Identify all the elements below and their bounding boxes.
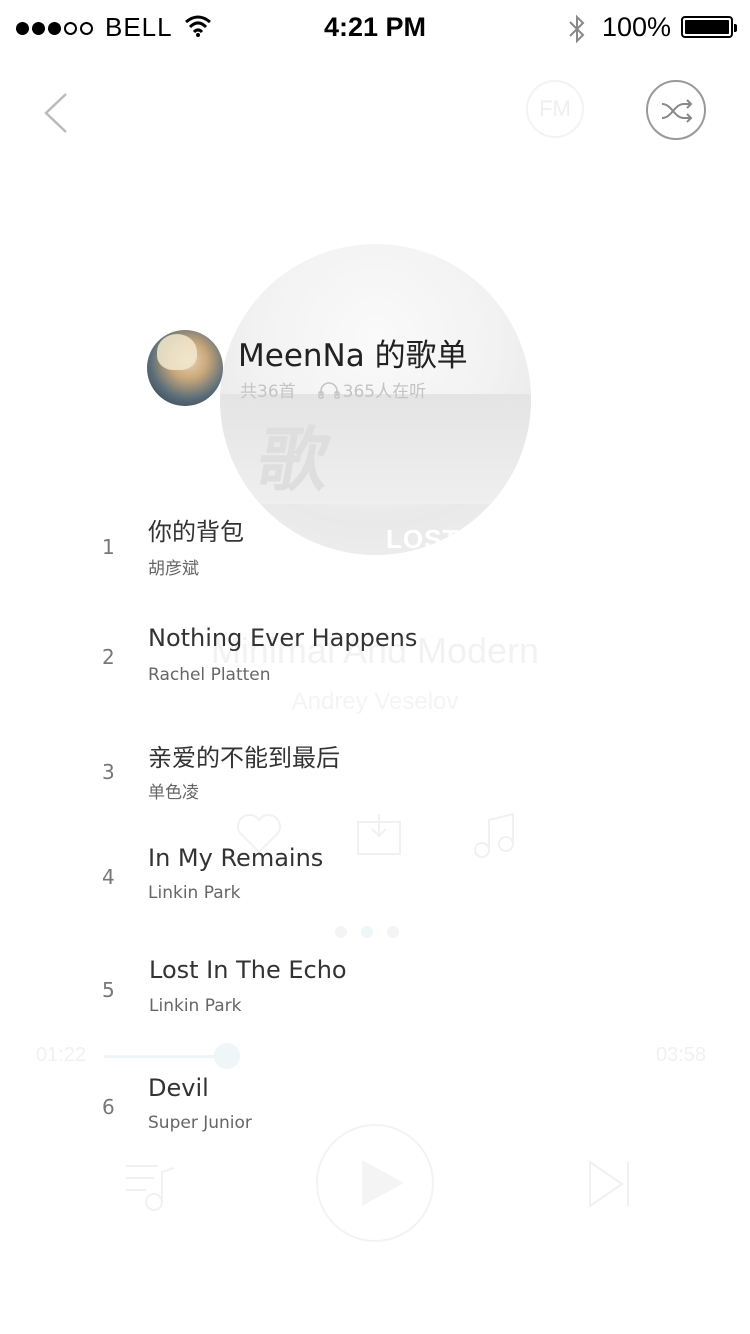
- track-number: 3: [102, 760, 115, 784]
- track-row[interactable]: 3 亲爱的不能到最后 单色凌: [0, 736, 750, 836]
- listener-count: 365人在听: [342, 382, 427, 402]
- track-row[interactable]: 1 你的背包 胡彦斌: [0, 510, 750, 610]
- track-title: 亲爱的不能到最后: [148, 744, 340, 772]
- back-button[interactable]: [38, 88, 78, 138]
- track-title: 你的背包: [148, 518, 244, 546]
- headphones-icon: [317, 381, 340, 399]
- track-title: Lost In The Echo: [149, 956, 347, 984]
- track-artist: 单色凌: [148, 783, 199, 803]
- track-number: 5: [102, 978, 115, 1002]
- battery-icon: [681, 16, 737, 38]
- track-artist: Linkin Park: [148, 883, 241, 903]
- track-number: 1: [102, 535, 115, 559]
- track-row[interactable]: 4 In My Remains Linkin Park: [0, 842, 750, 942]
- track-number: 4: [102, 865, 115, 889]
- track-row[interactable]: 5 Lost In The Echo Linkin Park: [0, 954, 750, 1054]
- track-row[interactable]: 6 Devil Super Junior: [0, 1072, 750, 1172]
- chevron-left-icon: [44, 93, 67, 133]
- track-artist: Linkin Park: [149, 996, 242, 1016]
- track-title: In My Remains: [148, 844, 324, 872]
- track-title: Nothing Ever Happens: [148, 624, 418, 652]
- shuffle-icon: [661, 99, 693, 123]
- track-artist: 胡彦斌: [148, 559, 199, 579]
- track-number: 2: [102, 645, 115, 669]
- shuffle-button[interactable]: [646, 80, 706, 140]
- playlist-meta: 共36首 365人在听: [240, 377, 426, 402]
- bluetooth-icon: [569, 14, 585, 44]
- fm-button[interactable]: FM: [526, 80, 584, 138]
- track-count: 共36首: [240, 382, 296, 402]
- battery-percentage: 100%: [602, 12, 672, 42]
- track-artist: Super Junior: [148, 1113, 252, 1133]
- avatar[interactable]: [147, 330, 223, 406]
- track-row[interactable]: 2 Nothing Ever Happens Rachel Platten: [0, 622, 750, 722]
- playlist-title: MeenNa 的歌单: [238, 338, 468, 374]
- progress-bar[interactable]: [104, 1055, 224, 1058]
- track-title: Devil: [148, 1074, 209, 1102]
- track-artist: Rachel Platten: [148, 665, 271, 685]
- track-number: 6: [102, 1095, 115, 1119]
- status-bar: BELL 4:21 PM 100%: [0, 0, 750, 56]
